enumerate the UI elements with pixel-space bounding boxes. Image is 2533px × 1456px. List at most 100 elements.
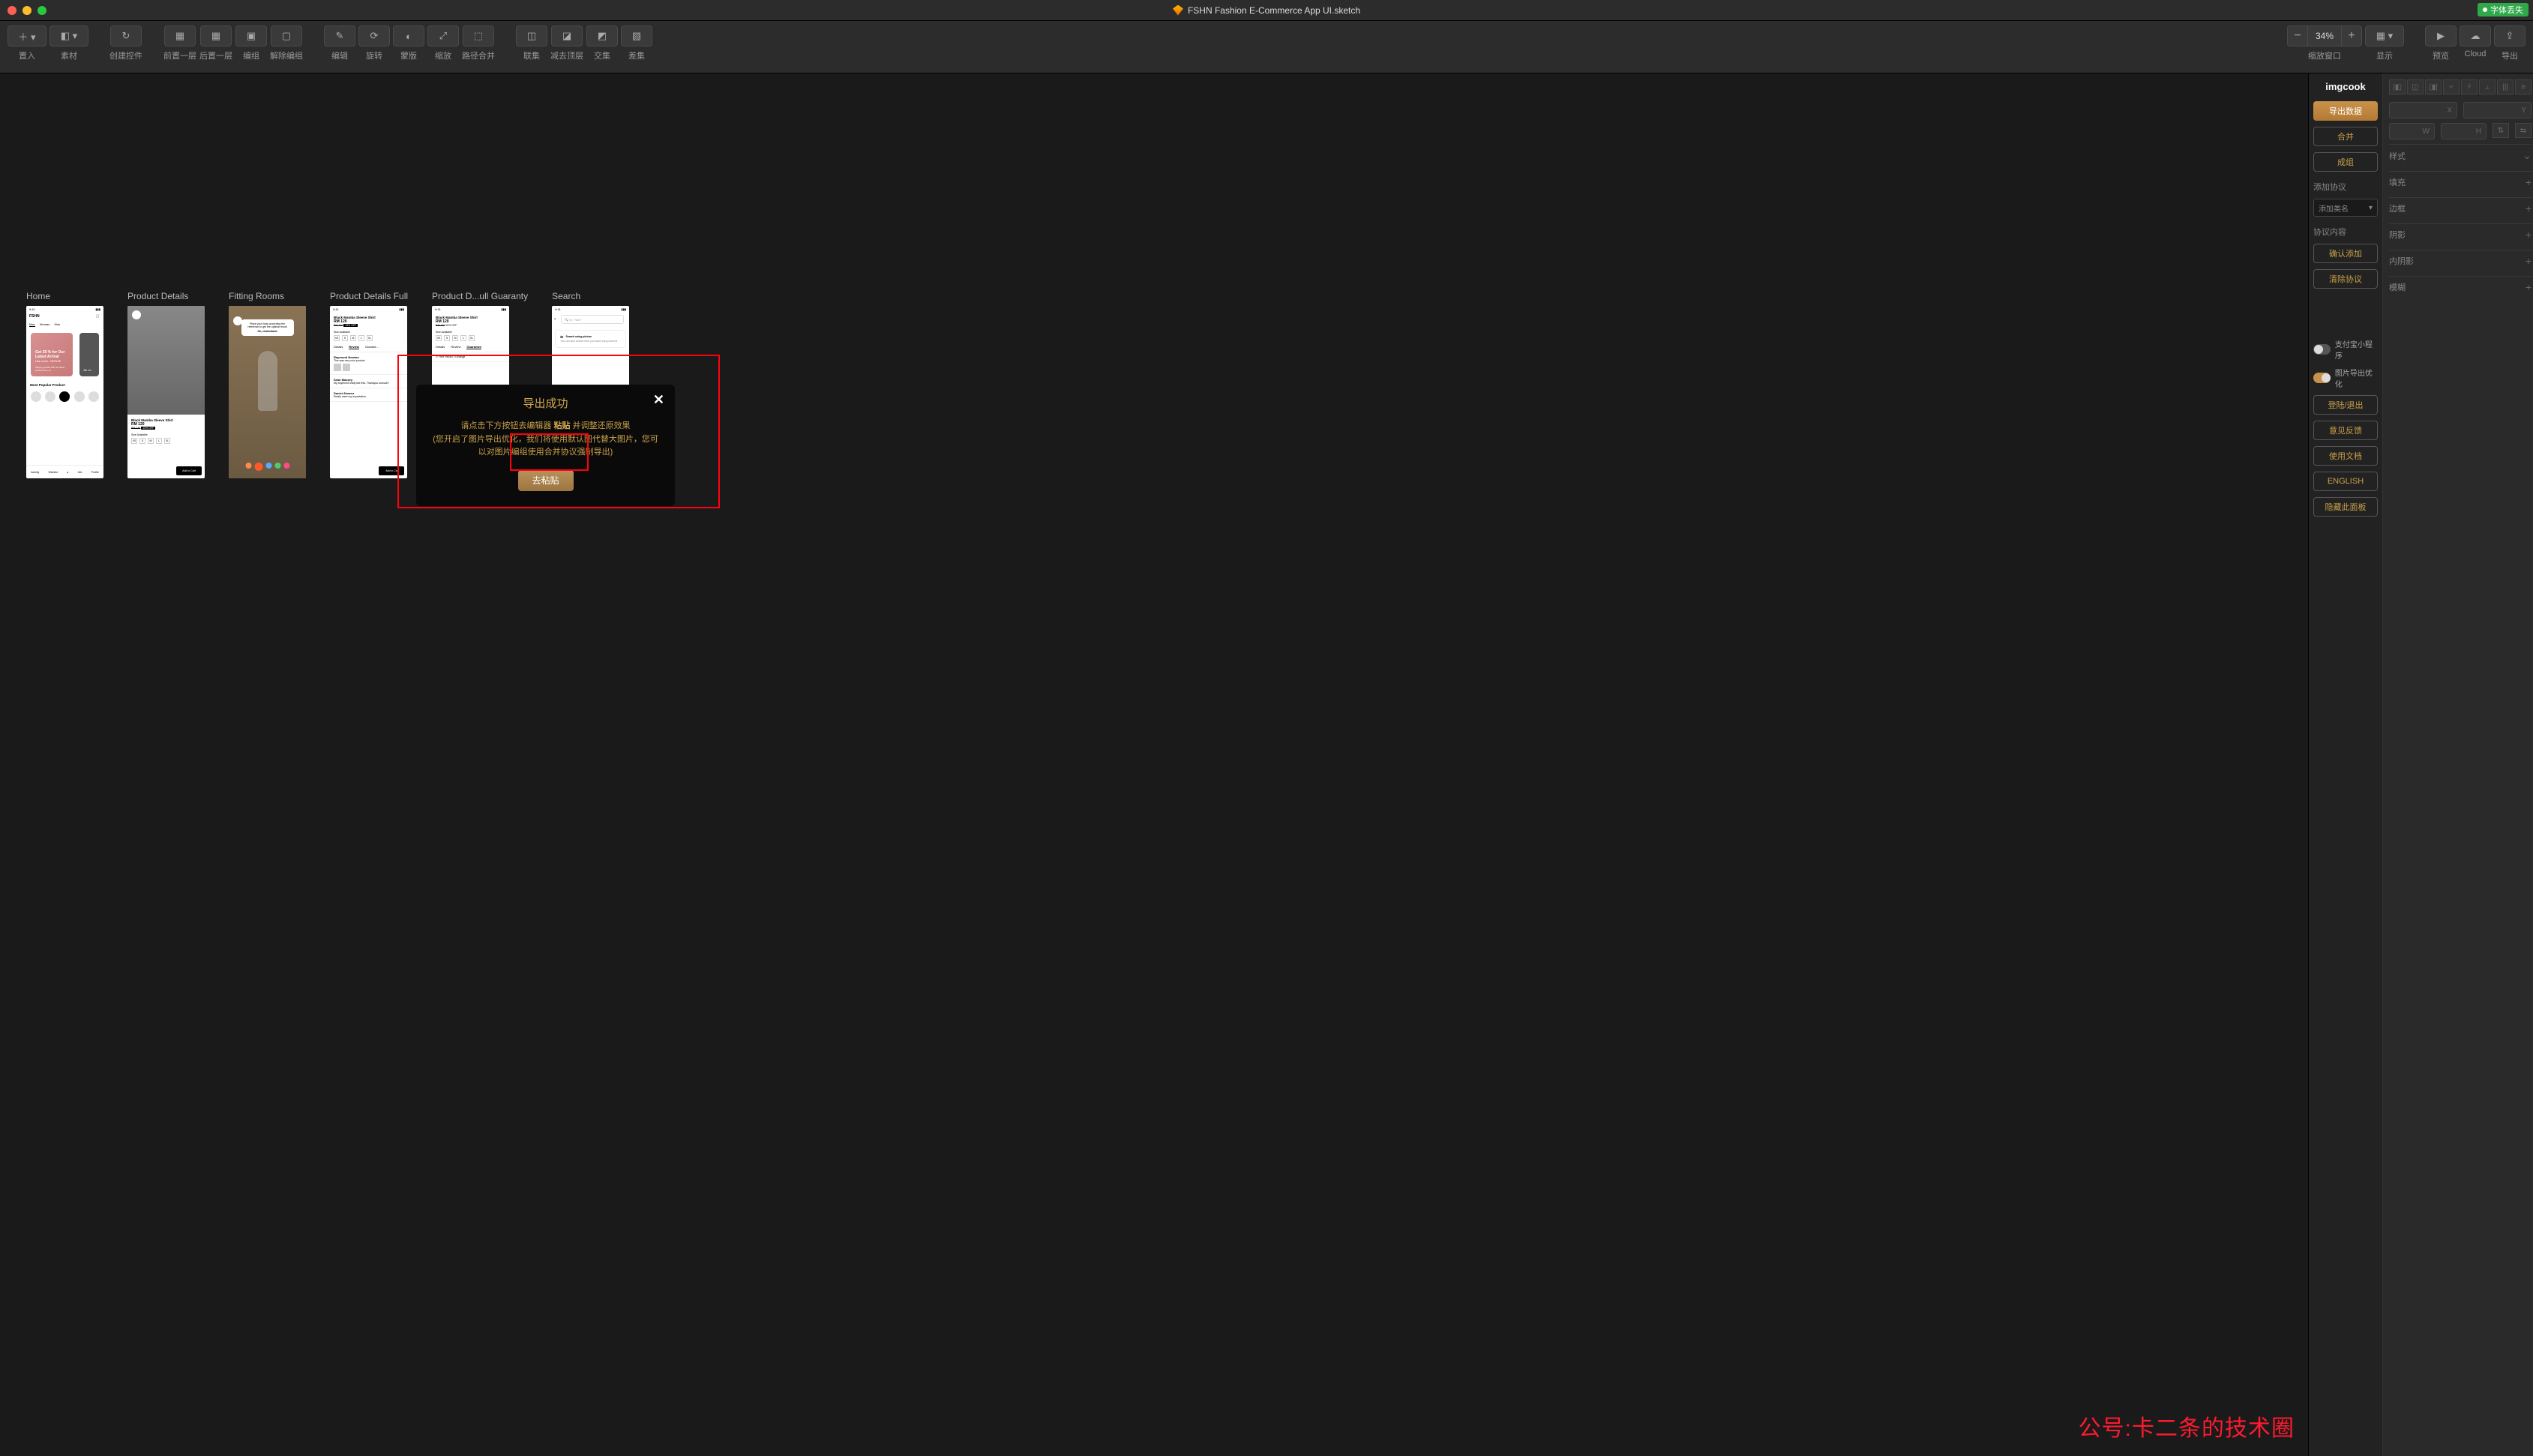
insert-group: ＋ ▾ 置入: [7, 25, 46, 61]
y-input[interactable]: Y: [2463, 102, 2532, 118]
export-data-button[interactable]: 导出数据: [2313, 101, 2378, 121]
chevron-down-icon: ⌄: [2523, 149, 2532, 162]
export-icon: ⇪: [2506, 30, 2514, 42]
difference-button[interactable]: ▧: [621, 25, 652, 46]
shadow-section[interactable]: 阴影+: [2389, 223, 2532, 245]
h-input[interactable]: H: [2441, 123, 2487, 139]
toolbar: ＋ ▾ 置入 ◧ ▾ 素材 ↻ 创建控件 ▦前置一层 ▦后置一层 ▣编组 ▢解除…: [0, 21, 2533, 73]
english-button[interactable]: ENGLISH: [2313, 472, 2378, 491]
preview-button[interactable]: ▶: [2425, 25, 2457, 46]
flatten-icon: ⬚: [474, 30, 483, 42]
plugin-logo: imgcook: [2325, 81, 2365, 92]
artboard-home[interactable]: Home 9:41▮▮▮ FSHN🛒 ManWomanKids Get 25 %…: [26, 291, 103, 478]
artboard-label: Home: [26, 291, 103, 301]
alignment-controls: |◧ ◫ ◨| ⫧ ⫩ ⫨ ||| ≡: [2389, 79, 2532, 94]
modal-close-button[interactable]: ✕: [653, 392, 664, 408]
rotate-button[interactable]: ⟳: [358, 25, 390, 46]
align-left-button[interactable]: |◧: [2389, 79, 2406, 94]
forward-button[interactable]: ▦: [164, 25, 196, 46]
intersect-button[interactable]: ◩: [586, 25, 618, 46]
distribute-v-button[interactable]: ≡: [2515, 79, 2532, 94]
ungroup-button[interactable]: ▢: [271, 25, 302, 46]
close-window-button[interactable]: [7, 6, 16, 15]
zoom-control: − 34% +: [2287, 25, 2362, 46]
cart-icon: 🛒: [96, 314, 100, 319]
create-symbol-button[interactable]: ↻: [110, 25, 142, 46]
modal-title: 导出成功: [430, 395, 661, 411]
align-right-button[interactable]: ◨|: [2425, 79, 2442, 94]
scale-button[interactable]: ⤢: [427, 25, 459, 46]
go-paste-button[interactable]: 去粘贴: [518, 470, 574, 491]
artboard-fitting-rooms[interactable]: Fitting Rooms Place your body according …: [229, 291, 306, 478]
union-icon: ◫: [527, 30, 536, 42]
artboard-label: Product D...ull Guaranty: [432, 291, 528, 301]
union-button[interactable]: ◫: [516, 25, 547, 46]
confirm-add-button[interactable]: 确认添加: [2313, 244, 2378, 263]
fullscreen-window-button[interactable]: [37, 6, 46, 15]
add-icon: +: [2526, 229, 2532, 241]
blur-section[interactable]: 模糊+: [2389, 276, 2532, 298]
edit-button[interactable]: ✎: [324, 25, 355, 46]
lock-aspect-icon[interactable]: ⇅: [2493, 123, 2509, 138]
align-middle-button[interactable]: ⫩: [2461, 79, 2478, 94]
hide-panel-button[interactable]: 隐藏此面板: [2313, 497, 2378, 517]
subtract-button[interactable]: ◪: [551, 25, 583, 46]
artboard-frame: Black Mamba Sleeve ShirtRM 120RM 140 15%…: [127, 306, 205, 478]
play-icon: ▶: [2437, 30, 2445, 42]
docs-button[interactable]: 使用文档: [2313, 446, 2378, 466]
layers-button[interactable]: ◧ ▾: [49, 25, 88, 46]
artboard-label: Search: [552, 291, 629, 301]
main-area: Home 9:41▮▮▮ FSHN🛒 ManWomanKids Get 25 %…: [0, 73, 2533, 1456]
create-symbol-label: 创建控件: [109, 49, 142, 61]
add-protocol-label: 添加协议: [2313, 181, 2378, 193]
add-icon: +: [2526, 281, 2532, 293]
login-logout-button[interactable]: 登陆/退出: [2313, 395, 2378, 415]
export-button[interactable]: ⇪: [2494, 25, 2526, 46]
view-button[interactable]: ▦ ▾: [2365, 25, 2404, 46]
clear-protocol-button[interactable]: 清除协议: [2313, 269, 2378, 289]
difference-icon: ▧: [632, 30, 641, 42]
distribute-h-button[interactable]: |||: [2497, 79, 2514, 94]
modal-body: 请点击下方按钮去编辑器 粘贴 并调整还原效果 (您开启了图片导出优化，我们将使用…: [430, 420, 661, 460]
flip-icon[interactable]: ⇆: [2515, 123, 2532, 138]
merge-button[interactable]: 合并: [2313, 127, 2378, 146]
zoom-in-button[interactable]: +: [2341, 25, 2362, 46]
missing-fonts-badge[interactable]: 字体丢失: [2478, 3, 2529, 16]
artboard-product-details-full[interactable]: Product Details Full 9:41▮▮▮ Black Mamba…: [330, 291, 408, 478]
artboard-product-details[interactable]: Product Details Black Mamba Sleeve Shirt…: [127, 291, 205, 478]
add-icon: +: [2526, 176, 2532, 188]
inner-shadow-section[interactable]: 内阴影+: [2389, 250, 2532, 271]
fill-section[interactable]: 填充+: [2389, 171, 2532, 193]
bring-forward-icon: ▦: [175, 30, 184, 42]
zoom-out-button[interactable]: −: [2287, 25, 2308, 46]
align-center-button[interactable]: ◫: [2407, 79, 2424, 94]
sketch-file-icon: [1173, 5, 1183, 16]
flatten-button[interactable]: ⬚: [463, 25, 494, 46]
align-bottom-button[interactable]: ⫨: [2479, 79, 2496, 94]
intersect-icon: ◩: [598, 30, 607, 42]
canvas[interactable]: Home 9:41▮▮▮ FSHN🛒 ManWomanKids Get 25 %…: [0, 73, 2308, 1456]
feedback-button[interactable]: 意见反馈: [2313, 421, 2378, 440]
style-section[interactable]: 样式⌄: [2389, 144, 2532, 166]
mask-button[interactable]: ◐: [393, 25, 424, 46]
minimize-window-button[interactable]: [22, 6, 31, 15]
add-class-select[interactable]: 添加类名▾: [2313, 199, 2378, 217]
inspector-panel: |◧ ◫ ◨| ⫧ ⫩ ⫨ ||| ≡ XY WH⇅⇆ 样式⌄ 填充+ 边框+ …: [2383, 73, 2533, 1456]
export-success-modal: ✕ 导出成功 请点击下方按钮去编辑器 粘贴 并调整还原效果 (您开启了图片导出优…: [416, 385, 675, 506]
zoom-value[interactable]: 34%: [2308, 25, 2341, 46]
align-top-button[interactable]: ⫧: [2443, 79, 2460, 94]
x-input[interactable]: X: [2389, 102, 2457, 118]
artboard-frame: Place your body according the reference …: [229, 306, 306, 478]
subtract-icon: ◪: [562, 30, 571, 42]
group-button[interactable]: ▣: [235, 25, 267, 46]
alipay-miniapp-toggle[interactable]: [2313, 344, 2331, 355]
artboard-label: Product Details Full: [330, 291, 408, 301]
insert-button[interactable]: ＋ ▾: [7, 25, 46, 46]
group-button[interactable]: 成组: [2313, 152, 2378, 172]
cloud-button[interactable]: ☁: [2460, 25, 2491, 46]
cloud-icon: ☁: [2471, 30, 2481, 42]
w-input[interactable]: W: [2389, 123, 2435, 139]
image-export-optimize-toggle[interactable]: [2313, 373, 2331, 383]
backward-button[interactable]: ▦: [200, 25, 232, 46]
border-section[interactable]: 边框+: [2389, 197, 2532, 219]
